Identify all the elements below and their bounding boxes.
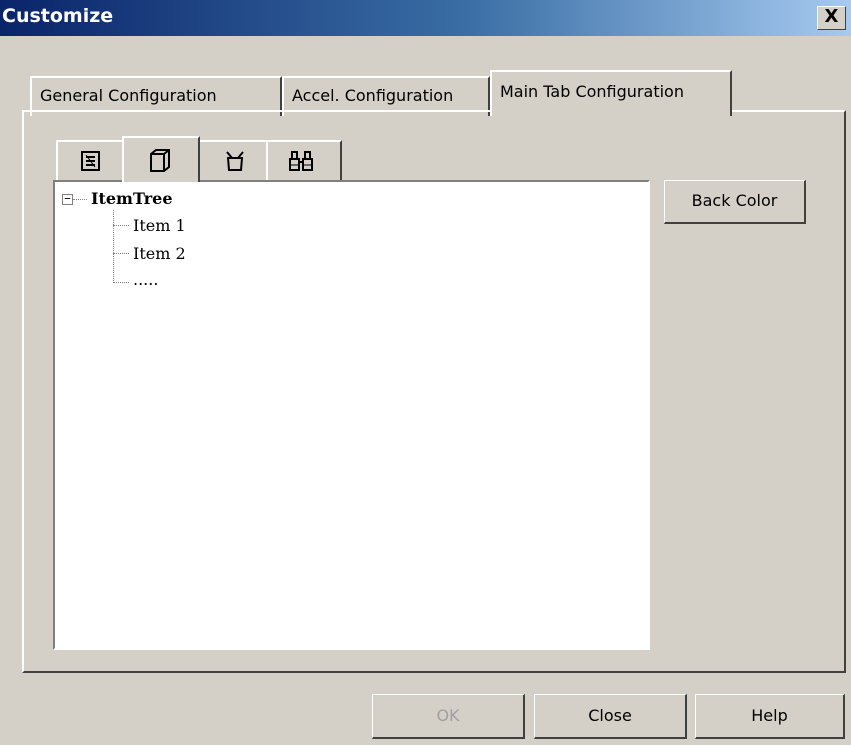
cup-icon — [226, 151, 244, 171]
window-title: Customize — [2, 5, 114, 27]
tree-connector — [113, 225, 129, 226]
tree-item[interactable]: Item 1 — [133, 216, 186, 235]
page-icon — [150, 149, 170, 172]
tab-label: Main Tab Configuration — [500, 82, 684, 101]
tree-item[interactable]: Item 2 — [133, 244, 186, 263]
binoculars-icon — [289, 151, 313, 171]
document-list-icon — [81, 151, 100, 171]
help-button[interactable]: Help — [695, 694, 845, 739]
ok-button[interactable]: OK — [372, 694, 525, 739]
tab-main-tab-configuration[interactable]: Main Tab Configuration — [490, 70, 732, 116]
title-bar: Customize X — [0, 0, 851, 36]
tree-connector — [113, 210, 114, 283]
tree-connector — [73, 199, 87, 200]
item-tree-view[interactable]: − ItemTree Item 1 Item 2 ..... — [53, 180, 650, 650]
close-window-button[interactable]: X — [817, 6, 846, 30]
collapse-toggle-icon[interactable]: − — [62, 193, 73, 205]
tree-item[interactable]: ..... — [133, 270, 158, 289]
tree-connector — [113, 282, 129, 283]
close-button[interactable]: Close — [534, 694, 687, 739]
tree-root-node[interactable]: ItemTree — [91, 189, 173, 208]
tab-label: Accel. Configuration — [292, 86, 454, 105]
tab-label: General Configuration — [40, 86, 217, 105]
back-color-button[interactable]: Back Color — [664, 180, 806, 224]
inner-tab-cup[interactable] — [198, 140, 268, 182]
inner-tab-document-list[interactable] — [56, 140, 124, 182]
inner-tab-find[interactable] — [266, 140, 342, 182]
tree-connector — [113, 253, 129, 254]
inner-tab-page[interactable] — [122, 136, 200, 182]
